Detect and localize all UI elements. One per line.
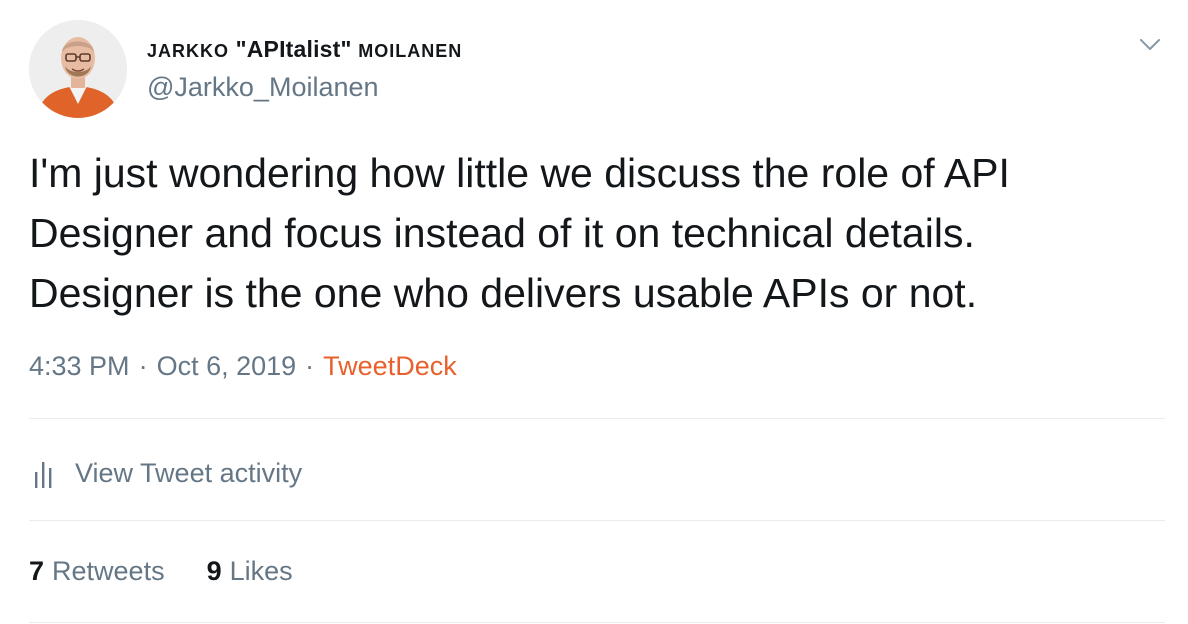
author-handle[interactable]: @Jarkko_Moilanen (147, 72, 379, 103)
bar-chart-icon (35, 462, 52, 488)
tweet-menu-button[interactable] (1135, 30, 1165, 60)
divider (29, 520, 1165, 521)
tweet-source-link[interactable]: TweetDeck (323, 351, 457, 381)
retweets-label: Retweets (52, 556, 165, 586)
display-name-prefix: Jarkko (147, 41, 230, 61)
view-tweet-activity-label: View Tweet activity (75, 457, 303, 488)
tweet-date[interactable]: Oct 6, 2019 (157, 351, 297, 381)
display-name-suffix: Moilanen (358, 41, 463, 61)
meta-separator: · (305, 351, 315, 381)
retweets-count: 7 (29, 556, 45, 586)
tweet-time[interactable]: 4:33 PM (29, 351, 130, 381)
likes-count: 9 (206, 556, 222, 586)
tweet-stats: 7 Retweets 9 Likes (29, 556, 335, 587)
tweet-meta: 4:33 PM · Oct 6, 2019 · TweetDeck (29, 351, 457, 382)
divider (29, 418, 1165, 419)
avatar-image (29, 20, 127, 118)
view-tweet-activity-link[interactable]: View Tweet activity (29, 453, 302, 493)
avatar[interactable] (29, 20, 127, 118)
divider (29, 622, 1165, 623)
tweet-text: I'm just wondering how little we discuss… (29, 150, 1010, 316)
likes-label: Likes (229, 556, 293, 586)
meta-separator: · (138, 351, 148, 381)
tweet-card: Jarkko "APItalist" Moilanen @Jarkko_Moil… (0, 0, 1188, 624)
author-display-name[interactable]: Jarkko "APItalist" Moilanen (147, 36, 462, 63)
retweets-stat[interactable]: 7 Retweets (29, 556, 165, 587)
likes-stat[interactable]: 9 Likes (207, 556, 293, 587)
display-name-nick: "APItalist" (235, 36, 352, 62)
chevron-down-icon (1140, 39, 1160, 50)
